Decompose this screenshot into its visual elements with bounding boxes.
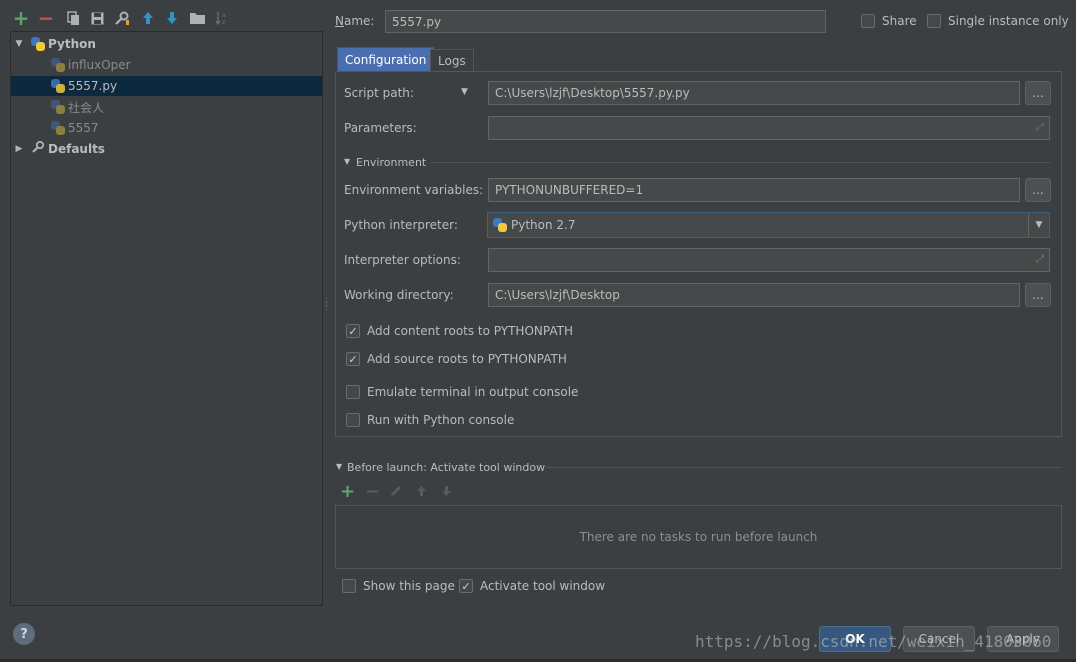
- script-path-label: Script path:: [344, 86, 414, 100]
- interp-options-field[interactable]: ⤢: [488, 248, 1050, 272]
- tab-logs[interactable]: Logs: [430, 49, 474, 71]
- configuration-tree: ▼ Python influxOper 5557.py 社会人 5557 ▶ D…: [10, 31, 323, 606]
- tree-group-label: Python: [48, 37, 96, 51]
- before-launch-task-list: There are no tasks to run before launch: [335, 505, 1062, 569]
- env-vars-value: PYTHONUNBUFFERED=1: [495, 183, 644, 197]
- env-vars-field[interactable]: PYTHONUNBUFFERED=1: [488, 178, 1020, 202]
- interpreter-select[interactable]: Python 2.7 ▼: [487, 212, 1050, 238]
- copy-icon[interactable]: [64, 9, 82, 27]
- move-task-up-icon[interactable]: [416, 485, 427, 500]
- emulate-terminal-label: Emulate terminal in output console: [367, 385, 579, 399]
- single-instance-label: Single instance only: [948, 14, 1069, 28]
- python-icon: [51, 79, 65, 93]
- tree-item-5557-py[interactable]: 5557.py: [11, 76, 322, 96]
- show-page-checkbox[interactable]: [342, 579, 356, 593]
- source-roots-checkbox[interactable]: ✓: [346, 352, 360, 366]
- script-path-field[interactable]: C:\Users\lzjf\Desktop\5557.py.py: [488, 81, 1020, 105]
- edit-task-icon[interactable]: [390, 485, 402, 500]
- working-dir-browse-button[interactable]: ...: [1025, 283, 1051, 307]
- share-label: Share: [882, 14, 917, 28]
- section-collapse-icon[interactable]: ▼: [336, 462, 342, 471]
- python-icon: [51, 100, 65, 114]
- show-page-label: Show this page: [363, 579, 455, 593]
- move-up-icon[interactable]: [139, 9, 157, 27]
- python-console-checkbox[interactable]: [346, 413, 360, 427]
- tab-label: Logs: [438, 53, 466, 68]
- python-console-label: Run with Python console: [367, 413, 515, 427]
- tree-group-label: Defaults: [48, 142, 105, 156]
- folder-icon[interactable]: [188, 9, 206, 27]
- tab-configuration[interactable]: Configuration: [337, 47, 435, 71]
- interpreter-value: Python 2.7: [511, 218, 576, 232]
- single-instance-checkbox[interactable]: [927, 14, 941, 28]
- svg-text:z: z: [222, 19, 225, 25]
- working-dir-value: C:\Users\lzjf\Desktop: [495, 288, 620, 302]
- python-icon: [51, 58, 65, 72]
- collapsed-arrow-icon[interactable]: ▶: [14, 144, 24, 154]
- browse-label: ...: [1032, 288, 1044, 302]
- save-icon[interactable]: [88, 9, 106, 27]
- tree-item-label: influxOper: [68, 58, 131, 72]
- add-icon[interactable]: +: [12, 8, 30, 28]
- remove-task-icon[interactable]: −: [365, 481, 380, 502]
- tab-label: Configuration: [345, 52, 427, 67]
- tree-item-label: 社会人: [68, 100, 105, 115]
- expand-icon[interactable]: ⤢: [1036, 122, 1044, 133]
- python-icon: [31, 37, 45, 51]
- remove-icon[interactable]: −: [37, 8, 55, 28]
- splitter-handle[interactable]: :::: [325, 296, 329, 316]
- python-icon: [493, 218, 507, 232]
- interp-options-label: Interpreter options:: [344, 253, 461, 267]
- tree-item-shehuiren[interactable]: 社会人: [11, 97, 322, 117]
- working-dir-field[interactable]: C:\Users\lzjf\Desktop: [488, 283, 1020, 307]
- script-path-browse-button[interactable]: ...: [1025, 81, 1051, 105]
- interpreter-label: Python interpreter:: [344, 218, 458, 232]
- move-down-icon[interactable]: [163, 9, 181, 27]
- script-path-value: C:\Users\lzjf\Desktop\5557.py.py: [495, 86, 690, 100]
- section-divider: [545, 467, 1062, 468]
- section-collapse-icon[interactable]: ▼: [344, 157, 350, 166]
- env-vars-browse-button[interactable]: ...: [1025, 178, 1051, 202]
- chevron-down-icon[interactable]: ▼: [1028, 213, 1049, 237]
- name-field[interactable]: 5557.py: [385, 10, 826, 33]
- activate-tool-window-label: Activate tool window: [480, 579, 606, 593]
- tree-group-defaults[interactable]: ▶ Defaults: [11, 139, 322, 159]
- activate-tool-window-checkbox[interactable]: ✓: [459, 579, 473, 593]
- emulate-terminal-checkbox[interactable]: [346, 385, 360, 399]
- watermark: https://blog.csdn.net/weixin_41803060: [695, 632, 1052, 651]
- sort-icon[interactable]: az: [213, 9, 231, 27]
- before-launch-title: Before launch: Activate tool window: [347, 461, 546, 474]
- help-label: ?: [20, 626, 28, 642]
- script-type-dropdown-icon[interactable]: ▼: [461, 87, 468, 97]
- source-roots-label: Add source roots to PYTHONPATH: [367, 352, 567, 366]
- tree-group-python[interactable]: ▼ Python: [11, 34, 322, 54]
- browse-label: ...: [1032, 183, 1044, 197]
- tree-item-5557[interactable]: 5557: [11, 118, 322, 138]
- working-dir-label: Working directory:: [344, 288, 454, 302]
- parameters-field[interactable]: ⤢: [488, 116, 1050, 140]
- empty-tasks-message: There are no tasks to run before launch: [579, 530, 818, 544]
- tree-item-label: 5557: [68, 121, 99, 135]
- tree-item-influxoper[interactable]: influxOper: [11, 55, 322, 75]
- add-task-icon[interactable]: +: [340, 481, 355, 502]
- tree-item-label: 5557.py: [68, 79, 118, 93]
- parameters-label: Parameters:: [344, 121, 417, 135]
- content-roots-checkbox[interactable]: ✓: [346, 324, 360, 338]
- expanded-arrow-icon[interactable]: ▼: [14, 39, 24, 49]
- share-checkbox[interactable]: [861, 14, 875, 28]
- content-roots-label: Add content roots to PYTHONPATH: [367, 324, 573, 338]
- python-icon: [51, 121, 65, 135]
- expand-icon[interactable]: ⤢: [1036, 254, 1044, 265]
- environment-section-title: Environment: [356, 156, 427, 169]
- move-task-down-icon[interactable]: [441, 485, 452, 500]
- name-label: Name:: [335, 14, 375, 28]
- help-button[interactable]: ?: [13, 623, 35, 645]
- env-vars-label: Environment variables:: [344, 183, 484, 197]
- browse-label: ...: [1032, 86, 1044, 100]
- wrench-icon: [31, 140, 45, 158]
- name-value: 5557.py: [392, 14, 442, 29]
- svg-text:a: a: [222, 12, 226, 19]
- section-divider: [430, 162, 1050, 163]
- edit-defaults-icon[interactable]: [113, 9, 131, 27]
